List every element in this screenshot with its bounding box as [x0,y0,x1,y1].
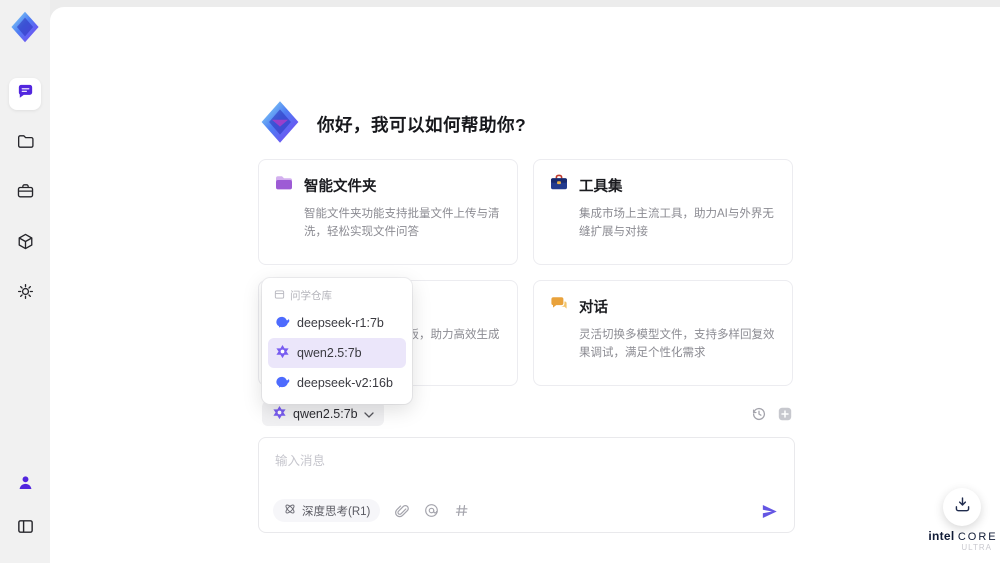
sidebar-item-user[interactable] [9,469,41,501]
model-repo-group: 问学仓库 [268,284,406,308]
deep-think-icon [283,502,297,519]
deepseek-icon [275,374,290,392]
chat-input-box: 深度思考(R1) [258,437,795,533]
model-option-label: deepseek-v2:16b [297,376,393,390]
briefcase-icon [16,182,35,206]
sidebar [0,0,50,563]
model-dropdown: 问学仓库 deepseek-r1:7b qwen2.5:7b deepseek-… [262,278,412,404]
send-icon[interactable] [758,500,780,522]
intel-brand: intel [928,529,955,543]
main-panel: 你好，我可以如何帮助你? 智能文件夹 智能文件夹功能支持批量文件上传与清洗，轻松… [50,7,1000,563]
intel-core-ultra-badge: intel core ultra [928,529,998,552]
model-selector-value: qwen2.5:7b [293,406,358,421]
card-description: 智能文件夹功能支持批量文件上传与清洗，轻松实现文件问答 [304,208,500,239]
deep-think-toggle[interactable]: 深度思考(R1) [273,499,381,522]
user-icon [16,473,35,497]
conversation-tools [750,405,793,422]
card-title: 智能文件夹 [304,179,377,195]
model-option-qwen[interactable]: qwen2.5:7b [268,338,406,368]
smart-folder-icon [274,173,294,198]
card-dialog[interactable]: 对话 灵活切换多模型文件，支持多样回复效果调试，满足个性化需求 [533,280,793,386]
model-option-label: deepseek-r1:7b [297,316,384,330]
chat-icon [16,82,35,106]
new-chat-icon[interactable] [776,405,793,422]
qwen-icon [272,405,287,423]
sidebar-item-settings[interactable] [9,278,41,310]
download-button[interactable] [943,488,981,526]
at-mention-icon[interactable] [423,502,440,519]
greeting-row: 你好，我可以如何帮助你? [257,99,526,150]
assistant-logo-icon [257,99,303,150]
app-logo-icon [8,10,42,44]
card-description: 灵活切换多模型文件，支持多样回复效果调试，满足个性化需求 [579,329,775,360]
deepseek-icon [275,314,290,332]
card-description: 集成市场上主流工具，助力AI与外界无缝扩展与对接 [579,208,774,239]
card-toolset[interactable]: 工具集 集成市场上主流工具，助力AI与外界无缝扩展与对接 [533,159,793,265]
history-icon[interactable] [750,405,767,422]
greeting-title: 你好，我可以如何帮助你? [317,115,527,135]
sidebar-item-panel-toggle[interactable] [9,513,41,545]
prompt-hash-icon[interactable] [453,502,470,519]
input-toolbar: 深度思考(R1) [273,499,470,522]
intel-tier: ultra [961,543,992,552]
toolset-icon [549,173,569,198]
gear-icon [16,282,35,306]
sidebar-item-models[interactable] [9,228,41,260]
repo-icon [274,289,285,303]
deep-think-label: 深度思考(R1) [302,505,371,518]
folder-icon [16,132,35,156]
sidebar-item-chat[interactable] [9,78,41,110]
card-title: 工具集 [579,179,623,195]
sidebar-item-folders[interactable] [9,128,41,160]
card-smart-folder[interactable]: 智能文件夹 智能文件夹功能支持批量文件上传与清洗，轻松实现文件问答 [258,159,518,265]
model-option-deepseek-v2[interactable]: deepseek-v2:16b [268,368,406,398]
intel-product: core [957,531,998,543]
download-icon [953,495,972,519]
panel-icon [16,517,35,541]
qwen-icon [275,344,290,362]
app-window: 你好，我可以如何帮助你? 智能文件夹 智能文件夹功能支持批量文件上传与清洗，轻松… [0,0,1000,563]
card-title: 对话 [579,300,608,316]
dialog-icon [549,294,569,319]
message-input[interactable] [273,448,777,492]
sidebar-item-toolbox[interactable] [9,178,41,210]
model-option-deepseek-r1[interactable]: deepseek-r1:7b [268,308,406,338]
model-repo-label: 问学仓库 [290,290,332,302]
cube-icon [16,232,35,256]
chevron-down-icon [363,407,374,421]
model-selector[interactable]: qwen2.5:7b [262,401,384,426]
attach-file-icon[interactable] [393,502,410,519]
model-option-label: qwen2.5:7b [297,346,362,360]
